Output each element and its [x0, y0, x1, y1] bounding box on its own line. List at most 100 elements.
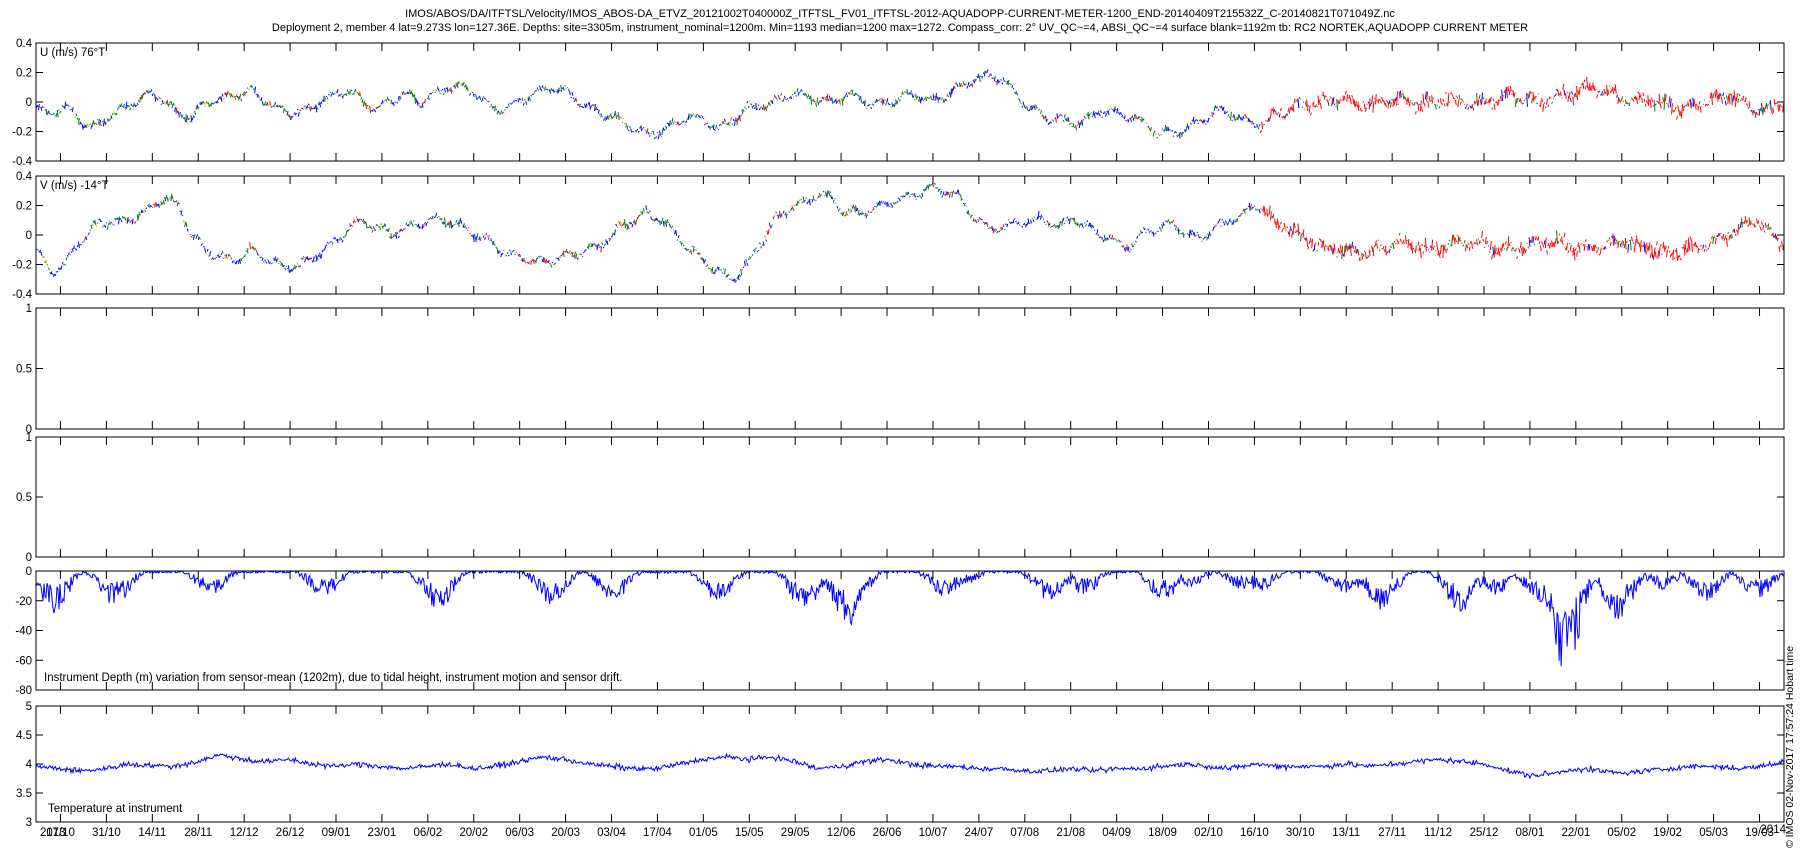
- velocity-sample: [378, 225, 380, 228]
- velocity-sample: [846, 213, 849, 216]
- velocity-sample: [1688, 99, 1691, 102]
- velocity-sample: [81, 124, 84, 130]
- velocity-sample: [356, 91, 359, 94]
- velocity-sample: [219, 255, 221, 258]
- velocity-sample: [1087, 224, 1090, 228]
- velocity-sample: [833, 99, 836, 103]
- velocity-sample: [237, 259, 240, 265]
- velocity-sample: [92, 120, 95, 125]
- velocity-sample: [1509, 241, 1512, 244]
- velocity-sample: [716, 266, 719, 269]
- velocity-sample: [1322, 91, 1325, 97]
- velocity-sample: [1216, 223, 1218, 225]
- velocity-sample: [161, 99, 164, 104]
- velocity-sample: [1262, 205, 1265, 213]
- velocity-sample: [1137, 234, 1140, 236]
- velocity-sample: [1572, 96, 1575, 106]
- x-tick-label: 11/12: [1424, 827, 1452, 839]
- velocity-sample: [126, 217, 129, 224]
- velocity-sample: [1090, 222, 1092, 229]
- velocity-sample: [1043, 221, 1046, 224]
- velocity-sample: [420, 105, 423, 109]
- velocity-sample: [550, 87, 553, 92]
- velocity-sample: [751, 253, 754, 256]
- velocity-sample: [1006, 223, 1009, 227]
- velocity-sample: [658, 220, 661, 226]
- velocity-sample: [1409, 243, 1412, 251]
- velocity-sample: [316, 107, 319, 110]
- velocity-sample: [600, 113, 603, 118]
- velocity-sample: [1727, 231, 1730, 234]
- x-tick-label: 10/07: [919, 827, 948, 839]
- velocity-sample: [914, 98, 916, 101]
- velocity-sample: [1736, 229, 1738, 233]
- velocity-sample: [1737, 98, 1740, 103]
- velocity-sample: [1162, 222, 1165, 226]
- velocity-sample: [41, 254, 44, 258]
- velocity-sample: [73, 245, 75, 250]
- velocity-sample: [1362, 100, 1365, 103]
- velocity-sample: [554, 262, 556, 265]
- velocity-sample: [404, 227, 406, 230]
- velocity-sample: [1337, 99, 1340, 105]
- velocity-sample: [1011, 84, 1014, 88]
- velocity-sample: [1734, 233, 1737, 237]
- velocity-sample: [165, 194, 168, 199]
- velocity-sample: [1343, 96, 1346, 100]
- velocity-sample: [812, 98, 815, 102]
- velocity-sample: [1153, 233, 1156, 235]
- velocity-sample: [1137, 116, 1140, 119]
- velocity-sample: [61, 105, 64, 108]
- velocity-sample: [1478, 240, 1481, 245]
- velocity-sample: [642, 207, 645, 212]
- velocity-sample: [761, 107, 764, 110]
- velocity-sample: [1338, 250, 1341, 254]
- velocity-sample: [289, 115, 292, 120]
- velocity-sample: [522, 102, 525, 106]
- velocity-sample: [1593, 86, 1596, 91]
- velocity-sample: [192, 234, 195, 240]
- x-tick-label: 27/11: [1378, 827, 1406, 839]
- velocity-sample: [1504, 87, 1507, 99]
- velocity-sample: [1183, 129, 1186, 132]
- velocity-sample: [86, 234, 89, 237]
- velocity-sample: [1672, 249, 1675, 261]
- velocity-sample: [1512, 89, 1515, 97]
- velocity-sample: [948, 193, 951, 198]
- velocity-sample: [787, 210, 790, 214]
- velocity-sample: [1126, 119, 1129, 122]
- velocity-sample: [675, 230, 678, 236]
- velocity-sample: [1399, 90, 1402, 98]
- velocity-sample: [1001, 82, 1004, 85]
- velocity-sample: [602, 119, 605, 121]
- velocity-sample: [1076, 222, 1079, 227]
- velocity-sample: [650, 132, 652, 135]
- velocity-sample: [1464, 244, 1467, 252]
- velocity-sample: [530, 260, 533, 265]
- velocity-sample: [636, 128, 639, 131]
- velocity-sample: [202, 101, 205, 105]
- velocity-sample: [1514, 98, 1517, 108]
- velocity-sample: [504, 109, 506, 111]
- velocity-sample: [1281, 116, 1284, 119]
- velocity-sample: [1482, 96, 1485, 100]
- velocity-sample: [1442, 244, 1445, 258]
- x-axis-labels: 17/10 31/10 14/11 28/11 12/12 26/12 09/01 23/01…: [40, 824, 1787, 839]
- velocity-sample: [1062, 217, 1065, 221]
- velocity-sample: [435, 212, 438, 217]
- velocity-sample: [209, 251, 212, 256]
- temperature-series: [36, 752, 1784, 780]
- velocity-sample: [1696, 103, 1698, 107]
- velocity-sample: [477, 237, 480, 241]
- velocity-sample: [1573, 93, 1576, 98]
- velocity-sample: [1081, 222, 1084, 228]
- velocity-sample: [439, 92, 441, 95]
- velocity-sample: [512, 100, 515, 103]
- panel-frame: [35, 705, 1785, 823]
- velocity-sample: [1072, 217, 1075, 221]
- velocity-sample: [196, 233, 199, 237]
- velocity-sample: [270, 105, 273, 108]
- velocity-sample: [330, 93, 333, 97]
- x-tick-label: 13/11: [1332, 827, 1360, 839]
- velocity-sample: [978, 217, 981, 220]
